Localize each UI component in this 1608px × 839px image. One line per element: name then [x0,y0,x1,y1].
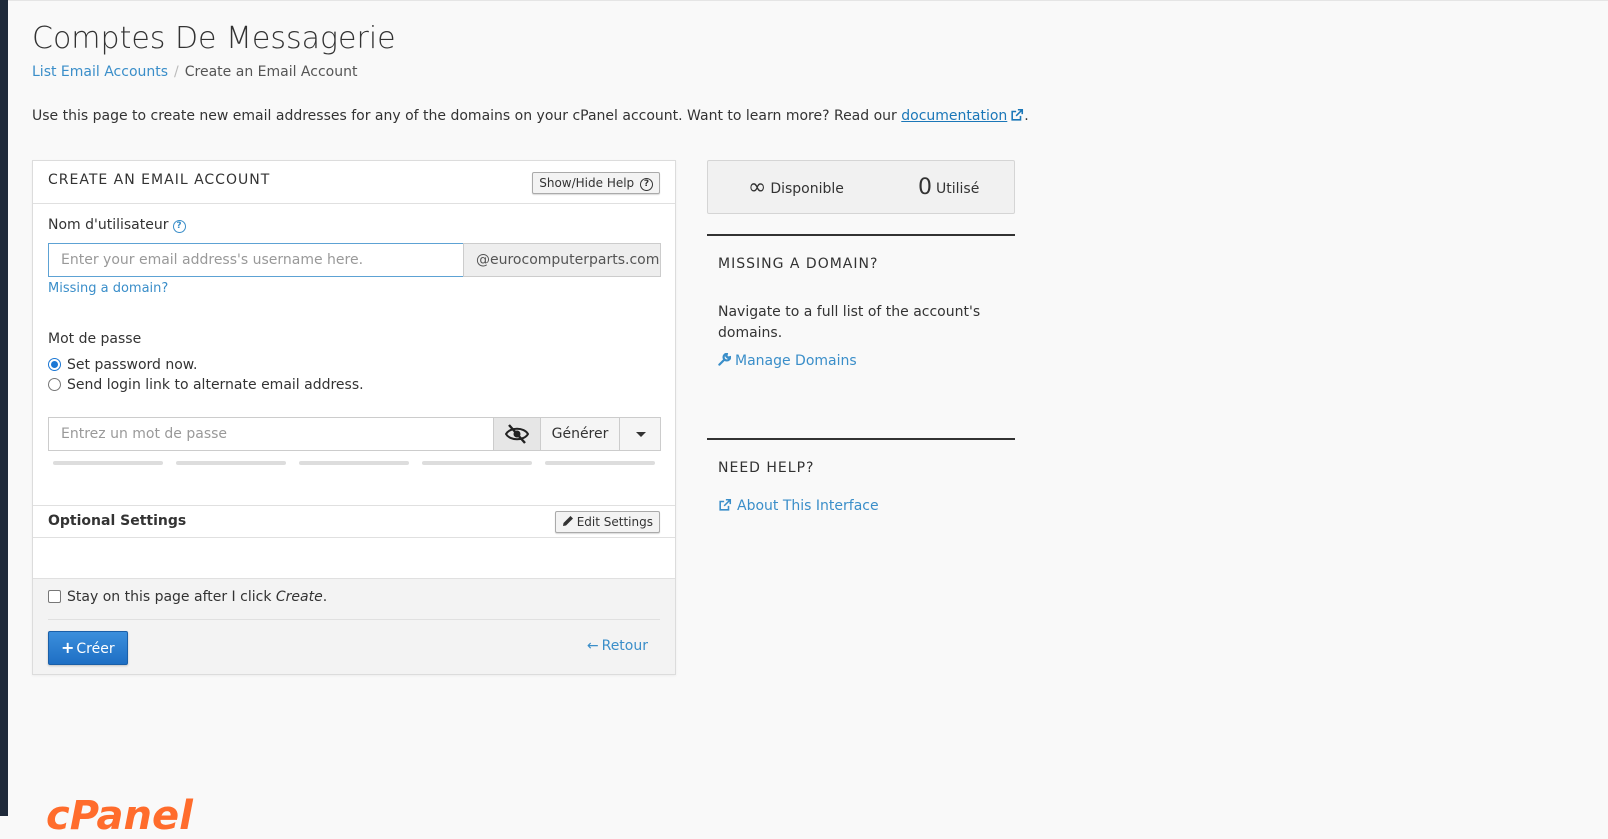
intro-end: . [1024,108,1029,124]
username-label: Nom d'utilisateur? [48,217,186,233]
radio-unselected-icon[interactable] [48,378,61,391]
strength-meter-segment [299,461,409,465]
manage-domains-label: Manage Domains [735,353,857,369]
intro-text: Use this page to create new email addres… [32,108,1029,124]
breadcrumb-separator: / [174,64,179,80]
username-input[interactable] [48,243,464,277]
external-link-icon [1011,108,1024,121]
password-input[interactable] [48,417,494,451]
show-hide-help-button[interactable]: Show/Hide Help ? [532,172,660,194]
stay-on-page-checkbox-row[interactable]: Stay on this page after I click Create. [48,589,327,605]
generate-password-button[interactable]: Générer [540,417,620,451]
radio-send-login-link[interactable]: Send login link to alternate email addre… [48,377,364,393]
available-label: Disponible [770,181,844,197]
account-usage-stats: ∞ Disponible 0 Utilisé [707,160,1015,214]
eye-slash-icon [505,424,529,444]
username-label-text: Nom d'utilisateur [48,217,169,233]
password-label: Mot de passe [48,331,142,347]
stay-on-page-checkbox[interactable] [48,590,61,603]
wrench-icon [718,352,732,366]
missing-domain-title: MISSING A DOMAIN? [718,256,879,272]
optional-settings-title: Optional Settings [48,513,187,529]
breadcrumb-current: Create an Email Account [184,64,358,80]
used-label: Utilisé [936,181,980,197]
missing-domain-text: Navigate to a full list of the account's… [718,304,981,341]
documentation-link[interactable]: documentation [901,108,1024,124]
create-button[interactable]: + Créer [48,631,128,665]
missing-domain-section: MISSING A DOMAIN? Navigate to a full lis… [707,234,1015,414]
plus-icon: + [61,638,75,657]
arrow-left-icon: ← [586,638,599,654]
left-edge-bar [0,0,8,816]
edit-settings-label: Edit Settings [576,515,653,529]
radio-set-password-label: Set password now. [67,357,198,373]
generate-options-dropdown[interactable] [619,417,661,451]
about-interface-link[interactable]: About This Interface [718,498,879,514]
stat-used: 0 Utilisé [918,175,979,200]
optional-settings-bar: Optional Settings Edit Settings [33,505,675,538]
strength-meter-segment [545,461,655,465]
help-question-icon[interactable]: ? [172,220,186,233]
available-value: ∞ [748,175,767,200]
external-link-icon [719,498,732,511]
create-button-label: Créer [76,641,115,657]
strength-meter-segment [422,461,532,465]
intro-body: Use this page to create new email addres… [32,108,902,124]
documentation-link-label: documentation [901,108,1008,124]
pencil-icon [562,516,573,526]
need-help-section: NEED HELP? About This Interface [707,438,1015,538]
show-hide-help-label: Show/Hide Help [539,176,635,190]
question-icon: ? [640,178,653,191]
panel-title: CREATE AN EMAIL ACCOUNT [48,172,271,188]
stay-text: Stay on this page after I click [67,589,276,605]
top-divider [8,0,1608,1]
about-interface-label: About This Interface [737,498,879,514]
page-title: Comptes De Messagerie [32,21,396,56]
create-email-panel: CREATE AN EMAIL ACCOUNT Show/Hide Help ?… [32,160,676,675]
toggle-password-visibility-button[interactable] [493,417,541,451]
panel-header: CREATE AN EMAIL ACCOUNT Show/Hide Help ? [33,161,675,204]
radio-selected-icon[interactable] [48,358,61,371]
stay-end: . [322,589,328,605]
used-value: 0 [918,175,932,200]
domain-addon: @eurocomputerparts.com [463,243,661,277]
back-link-label: Retour [601,638,648,654]
breadcrumb: List Email Accounts / Create an Email Acco… [32,64,357,80]
breadcrumb-list-email-accounts[interactable]: List Email Accounts [32,64,168,80]
radio-send-link-label: Send login link to alternate email addre… [67,377,364,393]
strength-meter-segment [176,461,286,465]
strength-meter-segment [53,461,163,465]
cpanel-logo: cPanel [46,793,193,839]
stat-available: ∞ Disponible [748,175,844,200]
edit-settings-button[interactable]: Edit Settings [554,511,660,533]
footer-divider [48,619,660,620]
manage-domains-link[interactable]: Manage Domains [718,352,857,369]
missing-domain-link[interactable]: Missing a domain? [48,281,168,296]
back-link[interactable]: ← Retour [587,638,648,654]
radio-set-password-now[interactable]: Set password now. [48,357,197,373]
form-footer: Stay on this page after I click Create. … [33,578,675,674]
stay-create-word: Create [275,589,323,605]
need-help-title: NEED HELP? [718,460,815,476]
